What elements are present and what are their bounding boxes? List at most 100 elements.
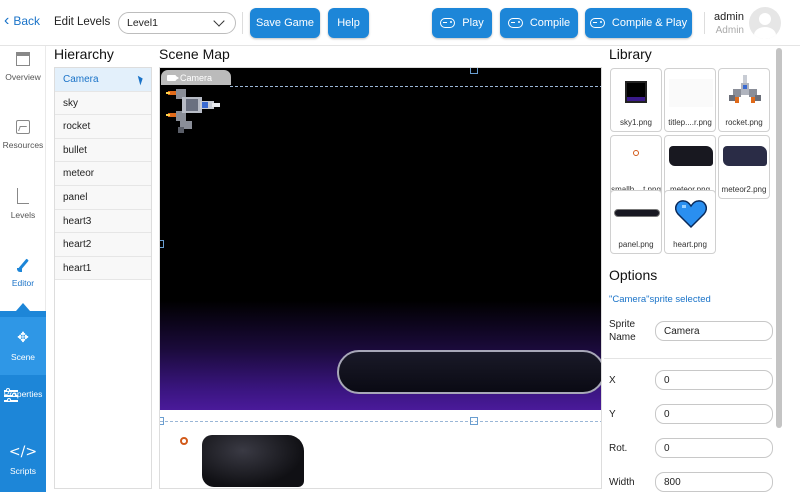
save-game-button[interactable]: Save Game <box>250 8 320 38</box>
rail-item-overview[interactable]: Overview <box>0 52 46 82</box>
y-field[interactable] <box>655 404 773 424</box>
resize-handle[interactable] <box>470 68 478 74</box>
hierarchy-item-label: panel <box>63 191 88 203</box>
hierarchy-item-meteor[interactable]: meteor <box>55 162 151 186</box>
rail-item-levels[interactable]: Levels <box>0 188 46 220</box>
resize-handle[interactable] <box>470 417 478 425</box>
rail-item-resources[interactable]: Resources <box>0 120 46 150</box>
image-icon <box>16 120 30 134</box>
x-field[interactable] <box>655 370 773 390</box>
hierarchy-item-panel[interactable]: panel <box>55 185 151 210</box>
library-item-label: titlep....r.png <box>668 118 712 127</box>
options-title: Options <box>609 267 658 283</box>
hierarchy-item-camera[interactable]: Camera <box>55 68 151 92</box>
user-name: admin <box>714 11 744 23</box>
play-button[interactable]: Play <box>432 8 492 38</box>
play-label: Play <box>462 17 484 29</box>
library-item-rocket[interactable]: rocket.png <box>718 68 770 132</box>
rail-item-label: Overview <box>5 72 41 82</box>
hierarchy-item-label: bullet <box>63 144 87 156</box>
avatar[interactable] <box>749 7 781 39</box>
hierarchy-item-label: Camera <box>63 74 99 85</box>
library-item-sky1[interactable]: sky1.png <box>610 68 662 132</box>
hierarchy-item-heart1[interactable]: heart1 <box>55 256 151 281</box>
meteor2-thumbnail <box>723 146 767 166</box>
levels-icon <box>17 188 29 204</box>
compile-label: Compile <box>529 17 571 29</box>
y-label: Y <box>609 409 616 420</box>
hierarchy-item-heart2[interactable]: heart2 <box>55 233 151 257</box>
compile-and-play-label: Compile & Play <box>611 17 688 29</box>
brush-icon <box>17 260 29 272</box>
rocket-sprite[interactable] <box>164 85 224 137</box>
compile-and-play-button[interactable]: Compile & Play <box>585 8 692 38</box>
library-item-meteor2[interactable]: meteor2.png <box>718 135 770 199</box>
hierarchy-item-heart3[interactable]: heart3 <box>55 209 151 234</box>
rail-item-label: Editor <box>11 278 35 288</box>
help-label: Help <box>337 17 360 29</box>
game-editor-app: ‹ Back Edit Levels Level1 Save Game Help… <box>0 0 800 492</box>
subnav-properties[interactable]: Properties <box>0 381 46 431</box>
hierarchy-list: Camera sky rocket bullet meteor panel he… <box>54 67 152 489</box>
library-title: Library <box>609 46 652 62</box>
hierarchy-item-sky[interactable]: sky <box>55 91 151 116</box>
editor-subnav: ✥ Scene Properties </> Scripts <box>0 311 46 492</box>
resize-handle[interactable] <box>160 417 164 425</box>
video-camera-icon <box>167 74 179 81</box>
library-item-titlepanel[interactable]: titlep....r.png <box>664 68 716 132</box>
rail-item-label: Levels <box>10 210 36 220</box>
hierarchy-item-label: heart3 <box>63 215 92 227</box>
gamepad-icon <box>440 18 456 28</box>
title-panel-thumbnail <box>669 79 713 107</box>
panel-sprite[interactable] <box>337 350 601 394</box>
library-item-panel[interactable]: panel.png <box>610 190 662 254</box>
library-item-label: meteor2.png <box>721 185 767 194</box>
hierarchy-item-label: rocket <box>63 121 91 133</box>
library-scrollbar[interactable] <box>775 48 783 488</box>
sprite-name-field[interactable] <box>655 321 773 341</box>
meteor-thumbnail <box>669 146 713 166</box>
subnav-scene[interactable]: ✥ Scene <box>0 317 46 375</box>
scrollbar-thumb[interactable] <box>776 48 782 428</box>
resize-handle[interactable] <box>160 240 164 248</box>
back-label: Back <box>13 14 41 28</box>
camera-bounds-bottom <box>160 421 601 422</box>
sprite-name-label: Sprite Name <box>609 319 636 343</box>
bullet-sprite[interactable] <box>180 437 188 445</box>
scene-title: Scene Map <box>159 46 230 62</box>
compile-button[interactable]: Compile <box>500 8 578 38</box>
sky-thumbnail <box>625 81 647 103</box>
library-item-label: heart.png <box>673 240 707 249</box>
back-button[interactable]: ‹ Back <box>4 12 41 29</box>
help-button[interactable]: Help <box>328 8 369 38</box>
user-role: Admin <box>715 25 744 36</box>
camera-tag[interactable]: Camera <box>161 70 231 85</box>
subnav-scripts[interactable]: </> Scripts <box>0 435 46 491</box>
subnav-label: Scene <box>10 352 36 362</box>
rocket-thumbnail <box>729 75 761 103</box>
overview-icon <box>16 52 30 66</box>
level-select[interactable]: Level1 <box>118 12 236 34</box>
hierarchy-item-label: meteor <box>63 168 95 180</box>
library-item-label: rocket.png <box>725 118 763 127</box>
hierarchy-item-rocket[interactable]: rocket <box>55 115 151 139</box>
code-icon: </> <box>8 444 38 460</box>
rail-item-editor[interactable]: Editor <box>0 260 46 288</box>
width-field[interactable] <box>655 472 773 492</box>
library-item-label: sky1.png <box>619 118 653 127</box>
chevron-left-icon: ‹ <box>4 12 10 29</box>
meteor-sprite[interactable] <box>202 435 304 487</box>
rotation-label: Rot. <box>609 443 628 454</box>
scene-canvas[interactable]: Camera <box>159 67 602 489</box>
gamepad-icon <box>589 18 605 28</box>
divider <box>604 358 772 359</box>
chevron-down-icon <box>213 15 225 27</box>
top-bar: ‹ Back Edit Levels Level1 Save Game Help… <box>0 0 800 46</box>
gamepad-icon <box>507 18 523 28</box>
divider <box>704 12 705 34</box>
library-item-label: panel.png <box>618 240 654 249</box>
library-item-heart[interactable]: heart.png <box>664 190 716 254</box>
section-title: Edit Levels <box>54 16 111 28</box>
hierarchy-item-bullet[interactable]: bullet <box>55 138 151 163</box>
rotation-field[interactable] <box>655 438 773 458</box>
